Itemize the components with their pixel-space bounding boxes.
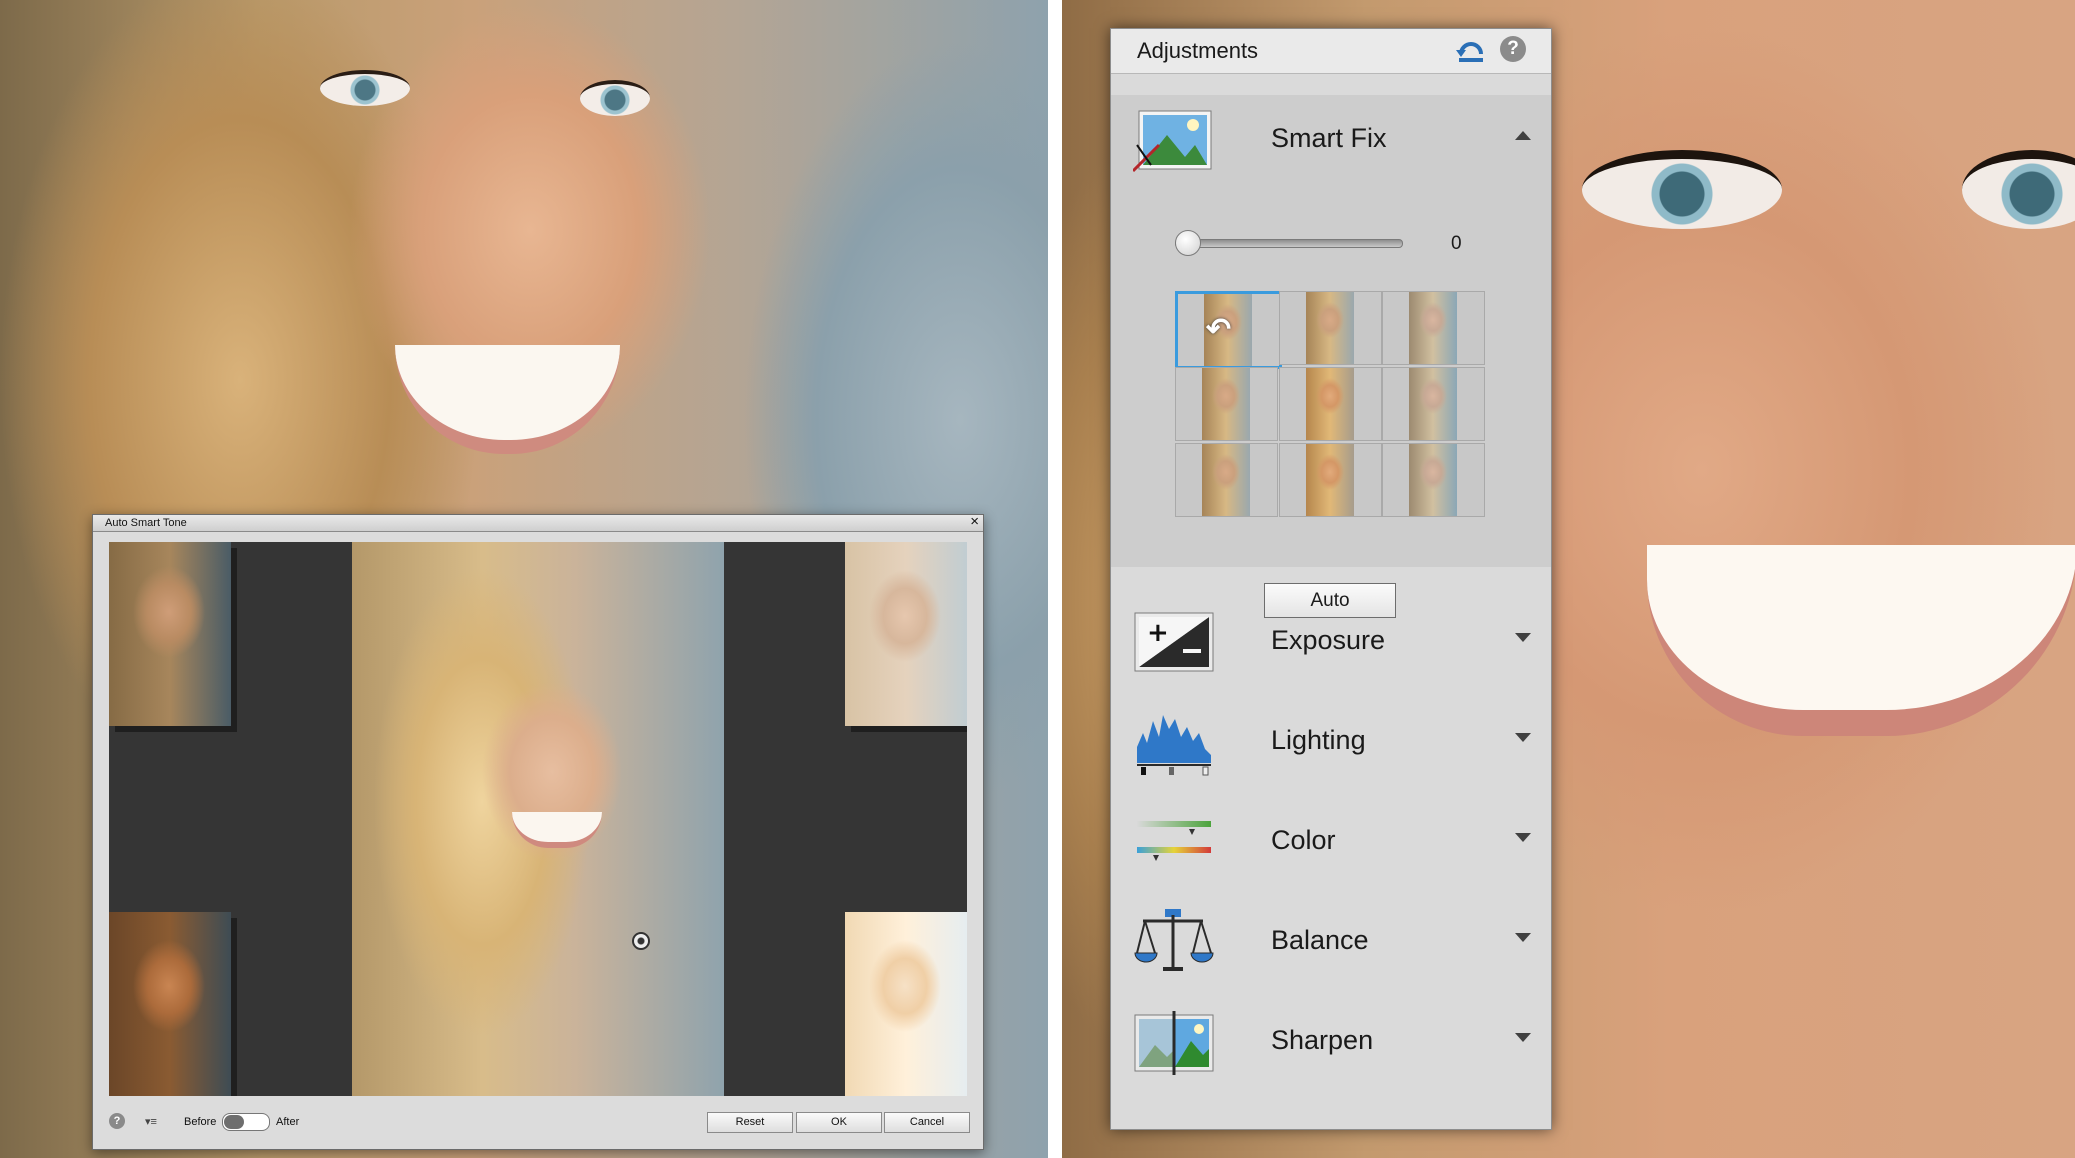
- eye: [580, 80, 650, 116]
- dialog-titlebar[interactable]: Auto Smart Tone ×: [93, 514, 983, 532]
- preset-thumbnail[interactable]: [1279, 367, 1382, 441]
- smart-fix-section: Smart Fix 0 ↶ Auto: [1111, 95, 1551, 618]
- thumbnail-top-left: [109, 542, 231, 726]
- dialog-title: Auto Smart Tone: [105, 517, 187, 529]
- thumbnail-bottom-left: [109, 912, 231, 1096]
- preset-thumbnail[interactable]: [1175, 367, 1278, 441]
- section-sharpen[interactable]: Sharpen: [1111, 997, 1551, 1085]
- smart-fix-icon: [1133, 110, 1212, 173]
- undo-icon: ↶: [1206, 313, 1232, 346]
- eye: [1962, 150, 2075, 229]
- before-after-toggle[interactable]: [222, 1113, 270, 1131]
- sharpen-icon: [1134, 1011, 1214, 1075]
- eye: [320, 70, 410, 106]
- preset-thumbnail[interactable]: [1382, 291, 1485, 365]
- thumbnail-top-right: [845, 542, 967, 726]
- smart-fix-slider-track[interactable]: [1175, 239, 1403, 248]
- preset-thumbnail[interactable]: [1382, 367, 1485, 441]
- section-lighting[interactable]: Lighting: [1111, 697, 1551, 785]
- thumbnail-image: [1306, 368, 1354, 440]
- ok-button[interactable]: OK: [796, 1112, 882, 1133]
- help-icon[interactable]: ?: [109, 1113, 125, 1129]
- thumbnail-image: [1306, 292, 1354, 364]
- help-icon[interactable]: ?: [1500, 36, 1526, 62]
- section-color[interactable]: Color: [1111, 797, 1551, 885]
- section-exposure[interactable]: + Exposure: [1111, 597, 1551, 685]
- thumbnail-image: [1202, 444, 1250, 516]
- close-icon[interactable]: ×: [970, 514, 979, 530]
- panel-title: Adjustments: [1137, 38, 1259, 63]
- expand-icon[interactable]: [1515, 633, 1531, 642]
- thumbnail-image: [1306, 444, 1354, 516]
- section-label: Balance: [1271, 925, 1369, 955]
- reset-button[interactable]: Reset: [707, 1112, 793, 1133]
- preset-thumbnail[interactable]: ↶: [1175, 291, 1282, 369]
- auto-smart-tone-dialog: Auto Smart Tone × ? ▾≡ Before After Rese…: [92, 514, 984, 1150]
- before-label: Before: [184, 1116, 217, 1128]
- smart-fix-header[interactable]: Smart Fix: [1111, 95, 1551, 183]
- reset-panel-icon[interactable]: [1455, 36, 1487, 64]
- expand-icon[interactable]: [1515, 1033, 1531, 1042]
- section-label: Sharpen: [1271, 1025, 1374, 1055]
- section-label: Color: [1271, 825, 1336, 855]
- color-sliders-icon: [1137, 821, 1211, 861]
- after-label: After: [276, 1116, 300, 1128]
- preset-thumbnail[interactable]: [1279, 291, 1382, 365]
- histogram-icon: [1137, 715, 1211, 776]
- view-menu-icon[interactable]: ▾≡: [145, 1115, 157, 1128]
- expand-icon[interactable]: [1515, 833, 1531, 842]
- scales-icon: [1134, 909, 1214, 971]
- section-label: Exposure: [1271, 625, 1386, 655]
- thumbnail-image: [1409, 444, 1457, 516]
- main-preview-image: [352, 542, 724, 1096]
- svg-text:+: +: [1147, 618, 1169, 648]
- adjustments-panel: Adjustments ? Smart Fix 0 ↶ Auto + Expos…: [1110, 28, 1552, 1130]
- thumbnail-image: [1202, 368, 1250, 440]
- expand-icon[interactable]: [1515, 933, 1531, 942]
- cancel-button[interactable]: Cancel: [884, 1112, 970, 1133]
- panel-header: Adjustments ?: [1111, 29, 1551, 74]
- smile: [1647, 545, 2075, 736]
- exposure-icon: +: [1134, 612, 1214, 672]
- preset-thumbnail[interactable]: [1175, 443, 1278, 517]
- preset-thumbnail[interactable]: [1279, 443, 1382, 517]
- tone-preview-area[interactable]: [109, 542, 967, 1096]
- tone-control-joystick[interactable]: [632, 932, 650, 950]
- smile: [395, 345, 620, 454]
- thumbnail-bottom-right: [845, 912, 967, 1096]
- smile: [512, 812, 602, 848]
- section-label: Lighting: [1271, 725, 1366, 755]
- expand-icon[interactable]: [1515, 733, 1531, 742]
- thumbnail-image: [1409, 292, 1457, 364]
- section-balance[interactable]: Balance: [1111, 897, 1551, 985]
- thumbnail-image: [1409, 368, 1457, 440]
- smart-fix-preset-grid: ↶: [1175, 291, 1487, 517]
- toggle-knob: [224, 1115, 244, 1129]
- eye: [1582, 150, 1782, 229]
- smart-fix-slider-value: 0: [1451, 233, 1462, 254]
- collapse-icon[interactable]: [1515, 131, 1531, 140]
- smart-fix-slider-knob[interactable]: [1175, 230, 1201, 256]
- preset-thumbnail[interactable]: [1382, 443, 1485, 517]
- smart-fix-label: Smart Fix: [1271, 123, 1387, 153]
